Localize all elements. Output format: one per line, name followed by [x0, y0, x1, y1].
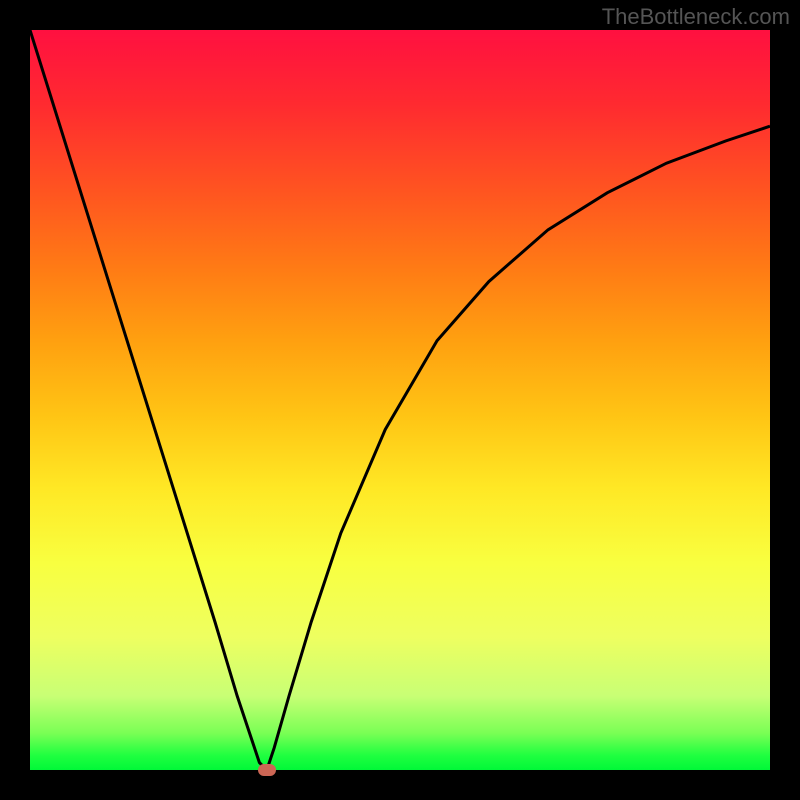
right-branch-curve	[267, 126, 770, 770]
watermark-text: TheBottleneck.com	[602, 4, 790, 30]
curve-svg	[30, 30, 770, 770]
minimum-marker	[258, 764, 276, 776]
left-branch-curve	[30, 30, 267, 770]
plot-area	[30, 30, 770, 770]
